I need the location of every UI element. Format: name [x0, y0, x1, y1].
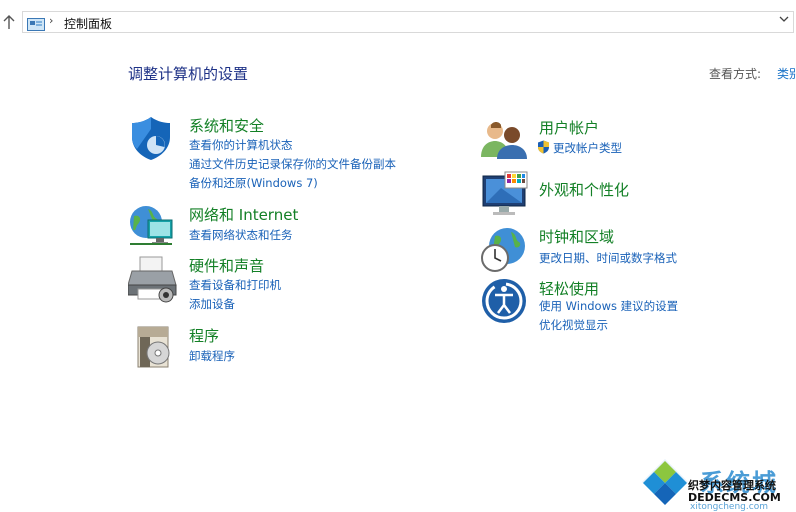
link-add-device[interactable]: 添加设备	[189, 296, 235, 312]
view-by-label: 查看方式:	[709, 67, 762, 81]
network-globe-icon[interactable]	[128, 204, 178, 254]
link-uninstall-program[interactable]: 卸载程序	[189, 348, 235, 364]
clock-globe-icon[interactable]	[481, 226, 527, 278]
users-icon[interactable]	[481, 117, 527, 165]
ease-of-access-title[interactable]: 轻松使用	[539, 278, 599, 299]
view-by-dropdown[interactable]: 类别	[777, 65, 796, 82]
shield-icon[interactable]	[128, 115, 174, 165]
address-bar-row: › 控制面板	[0, 11, 796, 35]
link-view-computer-status[interactable]: 查看你的计算机状态	[189, 137, 293, 153]
link-windows-suggested-settings[interactable]: 使用 Windows 建议的设置	[539, 298, 678, 314]
printer-icon[interactable]	[127, 255, 178, 309]
up-arrow-icon[interactable]	[2, 14, 18, 32]
system-security-title[interactable]: 系统和安全	[189, 115, 264, 136]
link-optimize-visual-display[interactable]: 优化视觉显示	[539, 317, 608, 333]
monitor-personalize-icon[interactable]	[481, 170, 529, 222]
clock-region-title[interactable]: 时钟和区域	[539, 226, 614, 247]
chevron-down-icon[interactable]	[779, 15, 789, 26]
programs-title[interactable]: 程序	[189, 325, 219, 346]
link-devices-printers[interactable]: 查看设备和打印机	[189, 277, 281, 293]
breadcrumb-control-panel[interactable]: 控制面板	[64, 15, 112, 32]
control-panel-icon	[27, 16, 45, 35]
breadcrumb-separator[interactable]: ›	[49, 14, 53, 27]
uac-shield-icon	[537, 140, 550, 157]
user-accounts-title[interactable]: 用户帐户	[539, 117, 599, 138]
change-account-type-label[interactable]: 更改帐户类型	[553, 141, 622, 155]
hardware-sound-title[interactable]: 硬件和声音	[189, 255, 264, 276]
ease-of-access-icon[interactable]	[481, 278, 527, 328]
address-bar[interactable]: › 控制面板	[22, 11, 794, 33]
network-internet-title[interactable]: 网络和 Internet	[189, 204, 298, 225]
appearance-title[interactable]: 外观和个性化	[539, 179, 629, 200]
link-file-history-backup[interactable]: 通过文件历史记录保存你的文件备份副本	[189, 156, 396, 172]
link-backup-restore[interactable]: 备份和还原(Windows 7)	[189, 175, 318, 191]
link-network-status-tasks[interactable]: 查看网络状态和任务	[189, 227, 293, 243]
watermark-line3: xitongcheng.com	[690, 502, 768, 512]
link-change-account-type[interactable]: 更改帐户类型	[537, 140, 622, 157]
link-change-date-time-format[interactable]: 更改日期、时间或数字格式	[539, 250, 677, 266]
page-title: 调整计算机的设置	[128, 65, 249, 83]
programs-disc-icon[interactable]	[136, 325, 172, 375]
